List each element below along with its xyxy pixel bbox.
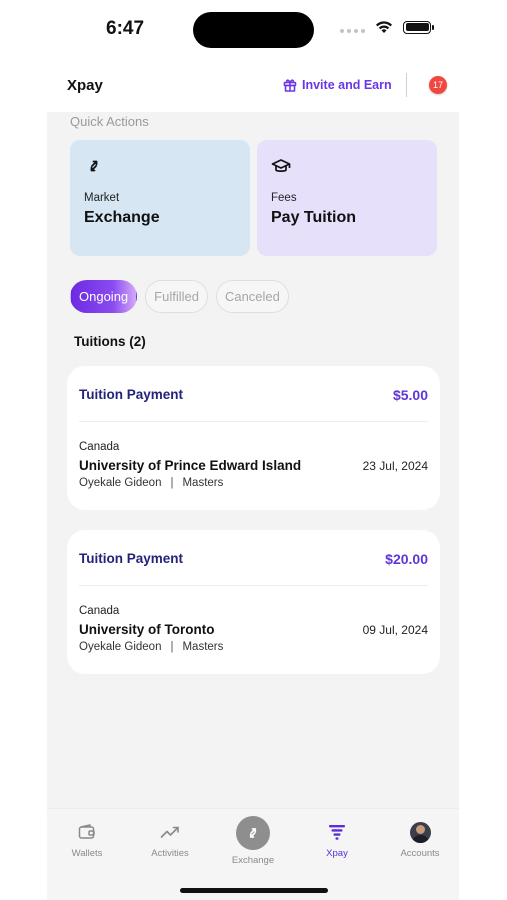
signal-icon: [340, 21, 365, 33]
gift-icon: [283, 78, 297, 92]
card-main-label: Exchange: [84, 209, 160, 226]
nav-label: Accounts: [400, 848, 440, 859]
payment-university: University of Toronto: [79, 622, 215, 637]
notification-badge[interactable]: 17: [429, 76, 447, 94]
nav-activities[interactable]: Activities: [135, 821, 205, 859]
study-level: Masters: [182, 477, 224, 489]
trending-up-icon: [160, 826, 179, 838]
nav-label: Exchange: [231, 855, 275, 866]
dynamic-island: [193, 12, 314, 48]
payment-country: Canada: [79, 441, 120, 453]
payment-card[interactable]: Tuition Payment $20.00 Canada University…: [67, 530, 440, 674]
wallet-icon: [78, 824, 95, 839]
filter-fulfilled[interactable]: Fulfilled: [145, 280, 208, 313]
invite-label: Invite and Earn: [302, 78, 392, 92]
exchange-button-circle: [236, 816, 270, 850]
meta-separator: |: [170, 641, 174, 653]
home-indicator: [180, 888, 328, 893]
student-name: Oyekale Gideon: [79, 641, 162, 653]
graduation-cap-icon: [271, 159, 291, 172]
student-name: Oyekale Gideon: [79, 477, 162, 489]
card-sub-label: Fees: [271, 192, 297, 204]
payment-title: Tuition Payment: [79, 387, 184, 402]
payment-date: 23 Jul, 2024: [362, 459, 428, 473]
payment-card[interactable]: Tuition Payment $5.00 Canada University …: [67, 366, 440, 510]
nav-exchange[interactable]: Exchange: [218, 816, 288, 866]
status-time: 6:47: [106, 18, 145, 39]
payment-amount: $20.00: [385, 551, 428, 567]
avatar-icon: [409, 821, 431, 843]
wifi-icon: [376, 21, 392, 33]
bottom-navigation: Wallets Activities Exchange Xpay Account…: [47, 808, 459, 900]
study-level: Masters: [182, 641, 224, 653]
brand-title: Xpay: [67, 77, 103, 94]
payment-amount: $5.00: [392, 387, 428, 403]
card-divider: [79, 421, 428, 422]
payment-meta: Oyekale Gideon | Masters: [79, 641, 223, 653]
pay-tuition-card[interactable]: Fees Pay Tuition: [257, 140, 437, 256]
nav-wallets[interactable]: Wallets: [52, 821, 122, 859]
payment-date: 09 Jul, 2024: [362, 623, 428, 637]
invite-and-earn-button[interactable]: Invite and Earn: [283, 78, 392, 92]
tuitions-section-title: Tuitions (2): [74, 334, 146, 349]
battery-icon: [403, 20, 434, 34]
nav-label: Activities: [151, 848, 189, 859]
app-screen: Xpay Invite and Earn 17 Quick Actions Ma…: [47, 60, 459, 900]
card-main-label: Pay Tuition: [271, 209, 357, 226]
filter-ongoing[interactable]: Ongoing: [70, 280, 138, 313]
status-filter-tabs: Ongoing Fulfilled Canceled: [70, 280, 289, 313]
payment-title: Tuition Payment: [79, 551, 184, 566]
exchange-arrows-icon: [90, 160, 98, 172]
payment-meta: Oyekale Gideon | Masters: [79, 477, 223, 489]
quick-actions-title: Quick Actions: [70, 114, 149, 129]
payment-university: University of Prince Edward Island: [79, 458, 302, 473]
nav-label: Xpay: [326, 848, 348, 859]
card-sub-label: Market: [84, 192, 120, 204]
payment-country: Canada: [79, 605, 120, 617]
meta-separator: |: [170, 477, 174, 489]
nav-xpay[interactable]: Xpay: [302, 821, 372, 859]
market-exchange-card[interactable]: Market Exchange: [70, 140, 250, 256]
nav-label: Wallets: [71, 848, 103, 859]
xpay-logo-icon: [329, 825, 345, 840]
exchange-arrows-icon: [249, 828, 257, 838]
top-header: Xpay Invite and Earn 17: [47, 60, 459, 112]
nav-accounts[interactable]: Accounts: [385, 821, 455, 859]
header-divider: [406, 73, 407, 97]
status-bar: 6:47: [0, 0, 507, 60]
card-divider: [79, 585, 428, 586]
status-icons: [340, 20, 434, 34]
filter-canceled[interactable]: Canceled: [215, 280, 289, 313]
